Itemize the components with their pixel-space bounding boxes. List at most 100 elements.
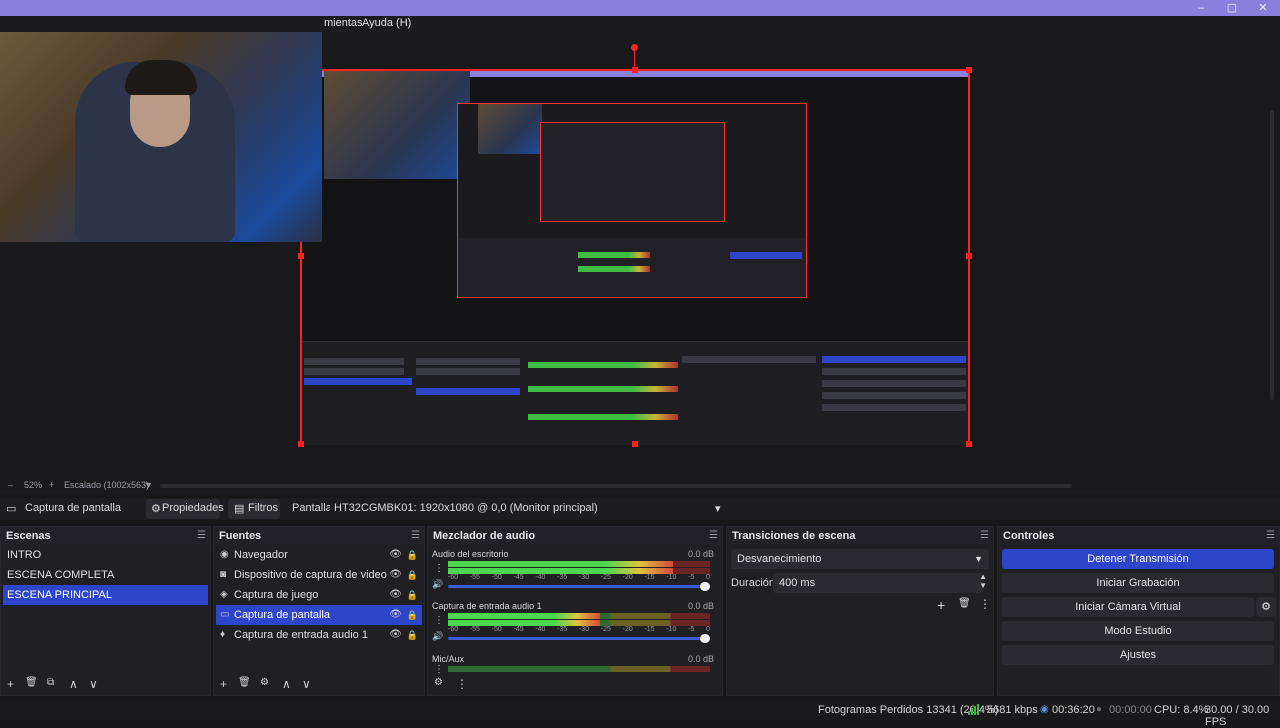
close-button[interactable]: ✕ — [1248, 0, 1278, 16]
eye-icon[interactable]: 👁 — [389, 605, 402, 625]
source-properties-button[interactable]: ⚙ — [260, 677, 269, 688]
preview-vertical-scrollbar[interactable] — [1270, 110, 1274, 400]
minimize-button[interactable]: – — [1186, 0, 1216, 16]
channel-menu-icon[interactable]: ⋮ — [434, 664, 444, 675]
start-virtual-camera-button[interactable]: Iniciar Cámara Virtual — [1002, 597, 1254, 617]
transform-handle[interactable] — [298, 253, 304, 259]
move-down-button[interactable]: ∨ — [89, 677, 98, 691]
transform-handle[interactable] — [298, 441, 304, 447]
camera-icon: ◙ — [220, 569, 227, 580]
scene-item[interactable]: INTRO — [3, 545, 208, 565]
display-label: Pantalla — [292, 502, 332, 514]
filters-button[interactable]: ▤ Filtros — [228, 499, 280, 519]
dock-menu-icon[interactable]: ☰ — [197, 530, 206, 541]
display-select[interactable]: HT32CGMBK01: 1920x1080 @ 0,0 (Monitor pr… — [330, 499, 728, 519]
mixer-channel: Captura de entrada audio 1 0.0 dB ⋮ -60 -… — [432, 601, 714, 645]
source-item-selected[interactable]: ▭ Captura de pantalla 👁 🔒 — [216, 605, 422, 625]
dock-menu-icon[interactable]: ☰ — [1266, 530, 1275, 541]
move-up-button[interactable]: ∧ — [282, 677, 291, 691]
menu-tools[interactable]: mientas — [324, 17, 363, 29]
transform-handle[interactable] — [966, 253, 972, 259]
remove-source-button[interactable]: 🗑 — [238, 677, 251, 688]
audio-mixer-dock: Mezclador de audio ☰ Audio del escritori… — [427, 526, 723, 696]
add-transition-button[interactable]: + — [937, 597, 945, 613]
collapse-icon[interactable]: – — [8, 480, 13, 490]
preview-canvas[interactable] — [0, 32, 1280, 478]
scaling-dropdown-icon[interactable]: ▼ — [144, 480, 153, 490]
transform-handle[interactable] — [966, 441, 972, 447]
speaker-icon[interactable]: 🔊 — [432, 631, 443, 642]
channel-menu-icon[interactable]: ⋮ — [434, 563, 444, 574]
scale-tick: -15 — [644, 626, 655, 633]
lock-icon[interactable]: 🔒 — [407, 605, 418, 625]
virtual-camera-settings-button[interactable]: ⚙ — [1256, 597, 1276, 617]
properties-label: Propiedades — [162, 502, 224, 514]
sources-header: Fuentes ☰ — [214, 527, 424, 545]
transform-handle[interactable] — [632, 67, 638, 73]
transform-handle[interactable] — [632, 441, 638, 447]
zoom-level[interactable]: 52% — [24, 480, 42, 490]
volume-slider-knob[interactable] — [700, 634, 710, 643]
dock-menu-icon[interactable]: ☰ — [411, 530, 420, 541]
add-scene-button[interactable]: + — [7, 677, 14, 691]
remove-transition-button[interactable]: 🗑 — [958, 598, 971, 609]
volume-slider-knob[interactable] — [700, 582, 710, 591]
volume-slider[interactable] — [448, 582, 710, 591]
record-time: 00:00:00 — [1109, 704, 1152, 716]
transition-menu-button[interactable]: ⋮ — [979, 597, 991, 611]
stop-streaming-button[interactable]: Detener Transmisión — [1002, 549, 1274, 569]
duration-input[interactable]: 400 ms — [773, 573, 983, 593]
scene-item[interactable]: ESCENA COMPLETA — [3, 565, 208, 585]
mixer-menu-button[interactable]: ⋮ — [456, 677, 468, 691]
remove-scene-button[interactable]: 🗑 — [25, 677, 38, 688]
speaker-icon[interactable]: 🔊 — [432, 579, 443, 590]
lock-icon[interactable]: 🔒 — [407, 585, 418, 605]
source-item[interactable]: ◙ Dispositivo de captura de video 👁 🔒 — [216, 565, 422, 585]
maximize-button[interactable]: ▢ — [1217, 0, 1247, 16]
start-recording-button[interactable]: Iniciar Grabación — [1002, 573, 1274, 593]
scale-tick: 0 — [706, 626, 710, 633]
lock-icon[interactable]: 🔒 — [407, 545, 418, 565]
source-context-bar: ▭ Captura de pantalla ⚙ Propiedades ▤ Fi… — [0, 498, 1280, 520]
transform-handle[interactable] — [966, 67, 972, 73]
nested-obs-docks — [302, 341, 968, 445]
dock-menu-icon[interactable]: ☰ — [980, 530, 989, 541]
move-down-button[interactable]: ∨ — [302, 677, 311, 691]
nested-scene-row — [304, 358, 404, 365]
eye-icon[interactable]: 👁 — [389, 585, 402, 605]
studio-mode-button[interactable]: Modo Estudio — [1002, 621, 1274, 641]
screen-capture-source[interactable] — [298, 67, 972, 447]
source-item[interactable]: ♦ Captura de entrada audio 1 👁 🔒 — [216, 625, 422, 645]
nested-control-row — [822, 404, 966, 411]
transition-select[interactable]: Desvanecimiento ▼ — [731, 549, 989, 569]
channel-name: Audio del escritorio — [432, 549, 509, 559]
nested-stop-button — [822, 356, 966, 363]
add-source-button[interactable]: + — [220, 677, 227, 691]
chevron-down-icon: ▾ — [715, 503, 721, 515]
audio-settings-button[interactable]: ⚙ — [434, 677, 443, 688]
nested-stop-button — [730, 252, 802, 259]
source-item[interactable]: ◈ Captura de juego 👁 🔒 — [216, 585, 422, 605]
scale-tick: -20 — [622, 574, 633, 581]
preview-horizontal-scrollbar[interactable] — [160, 484, 1072, 488]
controls-dock: Controles ☰ Detener Transmisión Iniciar … — [997, 526, 1280, 696]
eye-icon[interactable]: 👁 — [389, 625, 402, 645]
scene-item-selected[interactable]: ESCENA PRINCIPAL — [3, 585, 208, 605]
scale-tick: -10 — [666, 574, 677, 581]
duration-stepper[interactable]: ▲ ▼ — [979, 572, 987, 590]
menu-help[interactable]: Ayuda (H) — [362, 17, 411, 29]
webcam-feed[interactable] — [0, 32, 322, 242]
volume-slider[interactable] — [448, 634, 710, 643]
zoom-in-icon[interactable]: + — [49, 480, 54, 490]
source-item[interactable]: ◉ Navegador 👁 🔒 — [216, 545, 422, 565]
channel-menu-icon[interactable]: ⋮ — [434, 615, 444, 626]
lock-icon[interactable]: 🔒 — [407, 625, 418, 645]
move-up-button[interactable]: ∧ — [69, 677, 78, 691]
eye-icon[interactable]: 👁 — [389, 545, 402, 565]
dock-menu-icon[interactable]: ☰ — [709, 530, 718, 541]
eye-icon[interactable]: 👁 — [389, 565, 402, 585]
lock-icon[interactable]: 🔒 — [407, 565, 418, 585]
settings-button[interactable]: Ajustes — [1002, 645, 1274, 665]
properties-button[interactable]: ⚙ Propiedades — [146, 499, 224, 519]
filter-scene-button[interactable]: ⧉ — [47, 677, 54, 688]
